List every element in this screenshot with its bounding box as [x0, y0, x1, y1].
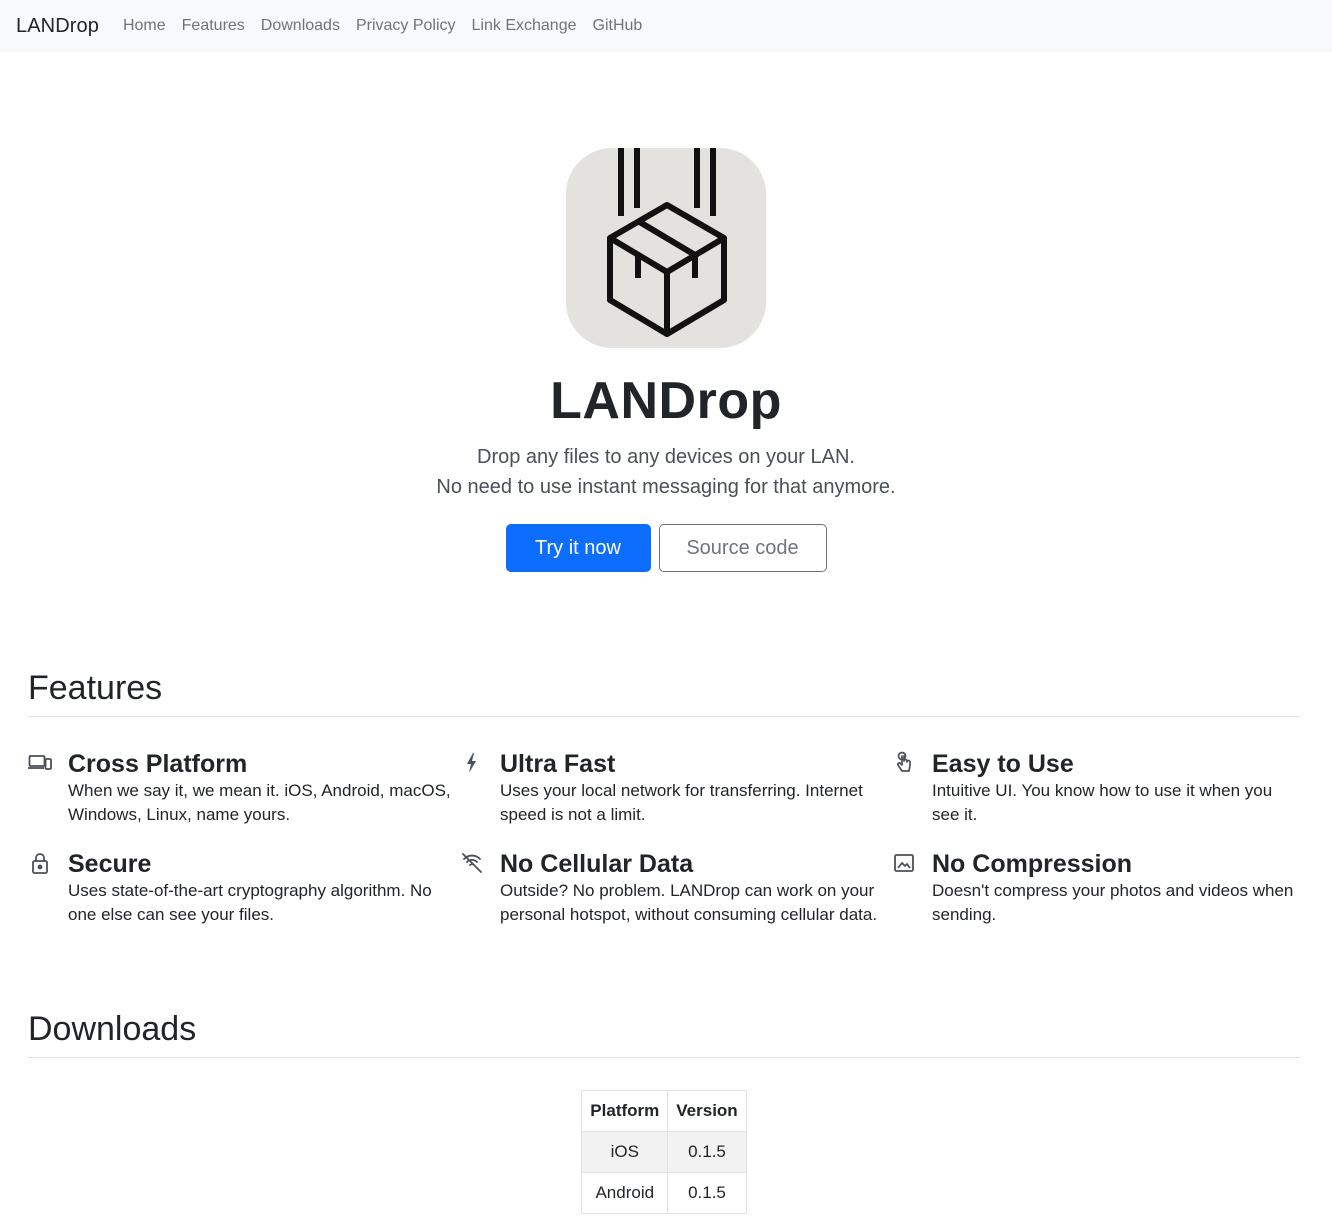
downloads-section: Downloads Platform Version iOS 0.1.5 And… [0, 1009, 1332, 1214]
feature-text: When we say it, we mean it. iOS, Android… [68, 781, 451, 824]
feature-text: Doesn't compress your photos and videos … [932, 881, 1294, 924]
feature-title: Easy to Use [932, 750, 1074, 778]
nav-link-downloads[interactable]: Downloads [261, 17, 340, 35]
brand-link[interactable]: LANDrop [16, 15, 99, 38]
hero-lead: Drop any files to any devices on your LA… [0, 442, 1332, 502]
nav-link-features[interactable]: Features [182, 17, 245, 35]
feature-secure: Secure Uses state-of-the-art cryptograph… [28, 849, 460, 927]
table-row[interactable]: Android 0.1.5 [581, 1172, 747, 1214]
feature-text: Uses your local network for transferring… [500, 781, 863, 824]
platform-cell: Android [581, 1172, 669, 1214]
nav-link-github[interactable]: GitHub [593, 17, 643, 35]
hero-lead-line-1: Drop any files to any devices on your LA… [477, 446, 855, 468]
hand-pointer-icon [897, 751, 911, 772]
feature-text: Uses state-of-the-art cryptography algor… [68, 881, 432, 924]
feature-text: Outside? No problem. LANDrop can work on… [500, 881, 878, 924]
table-header-row: Platform Version [581, 1090, 747, 1132]
version-cell: 0.1.5 [667, 1172, 747, 1214]
feature-title: Secure [68, 850, 152, 878]
feature-easy-to-use: Easy to Use Intuitive UI. You know how t… [892, 749, 1300, 827]
feature-no-compression: No Compression Doesn't compress your pho… [892, 849, 1300, 927]
hero-lead-line-2: No need to use instant messaging for tha… [436, 476, 896, 498]
feature-cross-platform: Cross Platform When we say it, we mean i… [28, 749, 460, 827]
devices-icon [28, 755, 52, 770]
downloads-heading: Downloads [28, 1009, 1300, 1058]
platform-cell: iOS [581, 1131, 669, 1173]
image-icon [894, 854, 914, 872]
feature-title: Cross Platform [68, 750, 248, 778]
feature-title: No Cellular Data [500, 850, 694, 878]
source-code-button[interactable]: Source code [658, 524, 827, 572]
nav-link-link-exchange[interactable]: Link Exchange [472, 17, 577, 35]
features-heading: Features [28, 668, 1300, 717]
hero-title: LANDrop [550, 372, 782, 430]
features-grid: Cross Platform When we say it, we mean i… [28, 749, 1300, 927]
features-section: Features Cross Platform When we say it, … [0, 668, 1332, 927]
version-cell: 0.1.5 [667, 1131, 747, 1173]
version-column-header: Version [667, 1090, 747, 1132]
platform-column-header: Platform [581, 1090, 669, 1132]
try-it-now-button[interactable]: Try it now [505, 524, 651, 572]
nav-link-home[interactable]: Home [123, 17, 166, 35]
nav-link-privacy-policy[interactable]: Privacy Policy [356, 17, 456, 35]
feature-title: Ultra Fast [500, 750, 616, 778]
hero-buttons: Try it now Source code [0, 524, 1332, 572]
lock-icon [32, 853, 48, 874]
no-signal-icon [462, 853, 482, 873]
downloads-table: Platform Version iOS 0.1.5 Android 0.1.5 [581, 1090, 747, 1214]
navbar: LANDrop Home Features Downloads Privacy … [0, 0, 1332, 52]
feature-ultra-fast: Ultra Fast Uses your local network for t… [460, 749, 892, 827]
feature-no-cellular-data: No Cellular Data Outside? No problem. LA… [460, 849, 892, 927]
landrop-box-icon [566, 148, 766, 348]
feature-text: Intuitive UI. You know how to use it whe… [932, 781, 1273, 824]
feature-title: No Compression [932, 850, 1133, 878]
hero-section: LANDrop Drop any files to any devices on… [0, 148, 1332, 572]
table-row[interactable]: iOS 0.1.5 [581, 1131, 747, 1173]
lightning-icon [467, 753, 476, 773]
